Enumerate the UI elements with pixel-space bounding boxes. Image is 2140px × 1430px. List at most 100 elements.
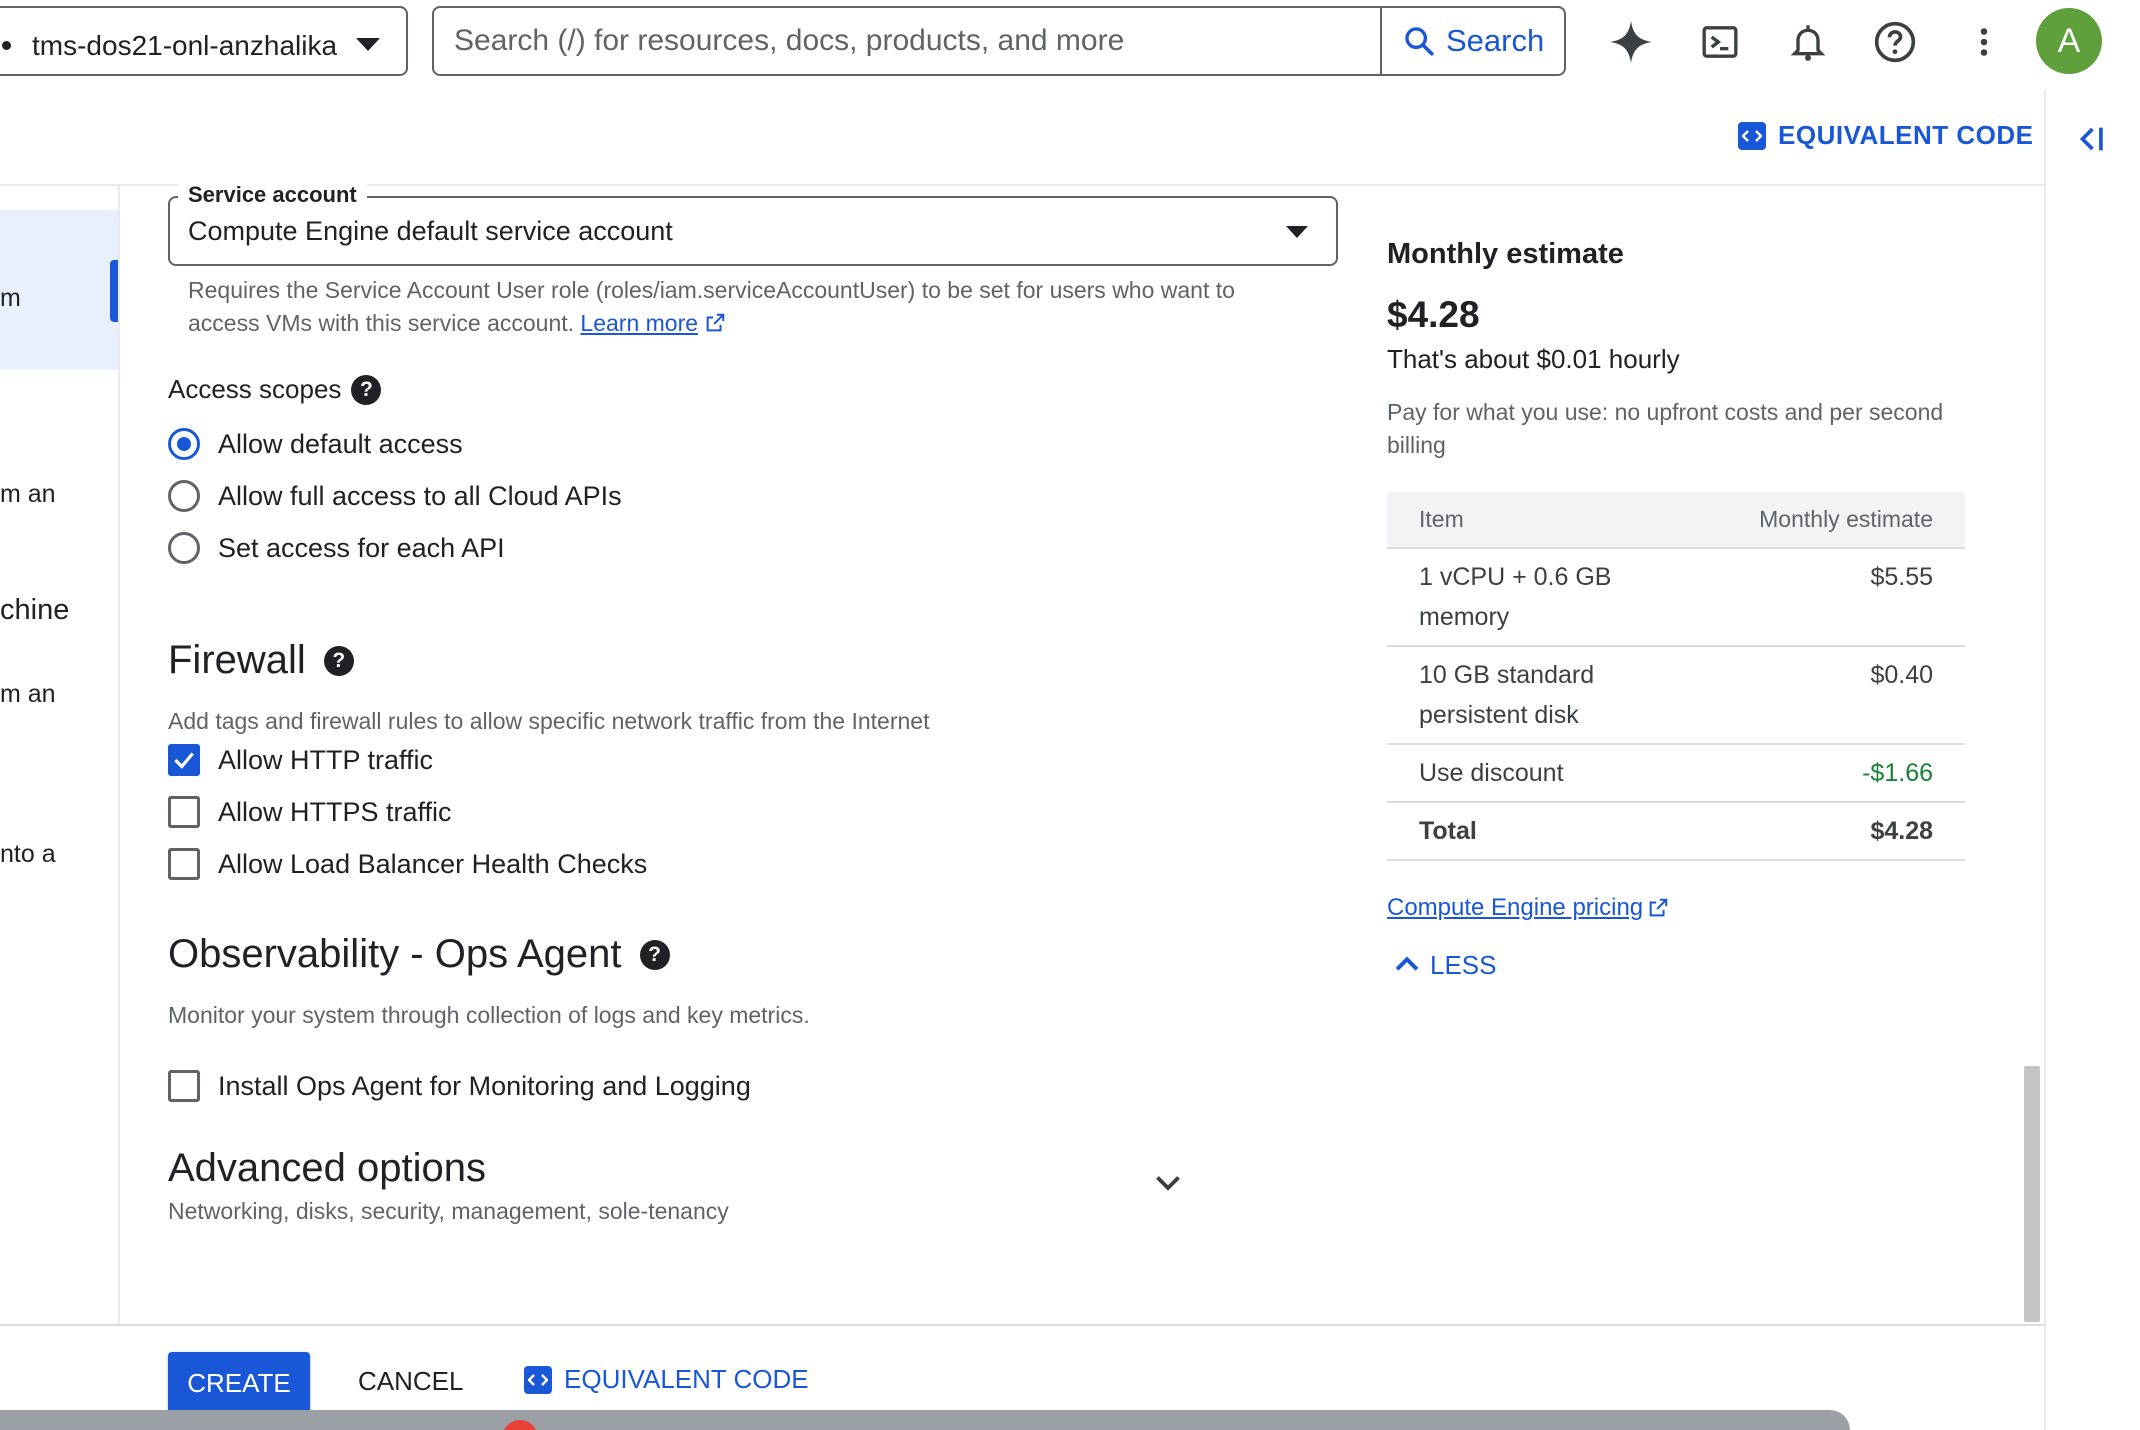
search-icon — [1405, 27, 1434, 56]
checkbox-label: Allow HTTPS traffic — [218, 796, 452, 827]
pricing-link[interactable]: Compute Engine pricing — [1387, 894, 1669, 922]
item-cell: Use discount — [1387, 744, 1727, 803]
code-icon — [1738, 121, 1766, 150]
service-account-value: Compute Engine default service account — [188, 216, 673, 246]
cancel-button[interactable]: CANCEL — [358, 1366, 463, 1397]
search-button-label: Search — [1446, 23, 1545, 58]
checkbox-https[interactable]: Allow HTTPS traffic — [168, 796, 452, 828]
checkbox-http[interactable]: Allow HTTP traffic — [168, 744, 433, 776]
checkbox-checked-icon — [168, 744, 200, 776]
table-header-row: Item Monthly estimate — [1387, 492, 1965, 549]
checkbox-unchecked-icon — [168, 1070, 200, 1102]
firewall-description: Add tags and firewall rules to allow spe… — [168, 708, 930, 734]
right-side-rail — [2044, 90, 2140, 1430]
search-button[interactable]: Search — [1380, 8, 1566, 74]
more-options-button[interactable] — [1956, 14, 2012, 70]
help-circle-icon[interactable]: ? — [351, 374, 382, 405]
expand-advanced-button[interactable] — [1150, 1164, 1186, 1205]
learn-more-label: Learn more — [580, 310, 699, 336]
notifications-icon — [1790, 25, 1826, 61]
scrollbar[interactable] — [2024, 1066, 2040, 1322]
access-scopes-title: Access scopes — [168, 374, 342, 404]
help-circle-icon[interactable]: ? — [639, 939, 670, 970]
column-header: Item — [1387, 492, 1727, 549]
observability-heading: Observability - Ops Agent ? — [168, 932, 670, 977]
item-cell: 10 GB standard persistent disk — [1387, 646, 1727, 745]
estimate-title: Monthly estimate — [1387, 238, 1624, 270]
header-row: EQUIVALENT CODE — [0, 90, 2046, 186]
cost-cell: $5.55 — [1727, 548, 1965, 647]
avatar[interactable]: A — [2036, 8, 2102, 74]
left-nav: m m an chine m an nto a — [0, 186, 120, 1326]
service-account-help: Requires the Service Account User role (… — [188, 274, 1308, 340]
radio-unselected-icon — [168, 532, 200, 564]
chevron-down-icon — [356, 38, 380, 51]
table-total-row: Total $4.28 — [1387, 802, 1965, 861]
radio-label: Allow full access to all Cloud APIs — [218, 480, 622, 511]
radio-full-access[interactable]: Allow full access to all Cloud APIs — [168, 480, 622, 512]
learn-more-link[interactable]: Learn more — [580, 310, 698, 336]
create-label: CREATE — [187, 1367, 291, 1398]
equivalent-code-label: EQUIVALENT CODE — [564, 1364, 809, 1394]
more-vert-icon — [1980, 28, 1988, 56]
observability-description: Monitor your system through collection o… — [168, 1002, 810, 1028]
column-header: Monthly estimate — [1727, 492, 1965, 549]
equivalent-code-label: EQUIVALENT CODE — [1778, 120, 2034, 150]
nav-item-label[interactable]: m an — [0, 480, 56, 509]
table-row: Use discount -$1.66 — [1387, 744, 1965, 803]
create-button[interactable]: CREATE — [168, 1352, 310, 1414]
radio-each-api[interactable]: Set access for each API — [168, 532, 505, 564]
help-button[interactable] — [1867, 14, 1923, 70]
gemini-icon — [1609, 20, 1653, 64]
estimate-table: Item Monthly estimate 1 vCPU + 0.6 GB me… — [1387, 492, 1965, 861]
notifications-button[interactable] — [1780, 14, 1836, 70]
radio-selected-icon — [168, 428, 200, 460]
dropdown-arrow-icon — [1286, 226, 1308, 238]
cloud-shell-button[interactable] — [1692, 14, 1748, 70]
advanced-options-title: Advanced options — [168, 1146, 487, 1190]
checkbox-label: Allow HTTP traffic — [218, 744, 434, 775]
table-row: 1 vCPU + 0.6 GB memory $5.55 — [1387, 548, 1965, 647]
radio-unselected-icon — [168, 480, 200, 512]
avatar-letter: A — [2057, 21, 2081, 60]
estimate-note: Pay for what you use: no upfront costs a… — [1387, 399, 1944, 458]
equivalent-code-button[interactable]: EQUIVALENT CODE — [1738, 120, 2033, 151]
checkbox-label: Install Ops Agent for Monitoring and Log… — [218, 1070, 751, 1101]
cost-cell: $0.40 — [1727, 646, 1965, 745]
collapse-left-icon — [2079, 127, 2103, 151]
radio-label: Allow default access — [218, 428, 463, 459]
cancel-label: CANCEL — [358, 1366, 464, 1396]
checkbox-unchecked-icon — [168, 848, 200, 880]
nav-item-label[interactable]: nto a — [0, 840, 56, 869]
service-account-label: Service account — [178, 182, 367, 208]
checkbox-ops-agent[interactable]: Install Ops Agent for Monitoring and Log… — [168, 1070, 751, 1102]
checkbox-unchecked-icon — [168, 796, 200, 828]
advanced-options-description: Networking, disks, security, management,… — [168, 1198, 729, 1224]
os-dock — [0, 1410, 1850, 1430]
radio-label: Set access for each API — [218, 532, 505, 563]
chevron-up-icon — [1395, 956, 1419, 971]
cost-cell: -$1.66 — [1727, 744, 1965, 803]
top-bar: tms-dos21-onl-anzhalika Search A — [0, 0, 2140, 84]
help-circle-icon[interactable]: ? — [323, 645, 354, 676]
search-input[interactable] — [454, 18, 1454, 64]
less-button[interactable]: LESS — [1390, 948, 1497, 982]
checkbox-lb-health[interactable]: Allow Load Balancer Health Checks — [168, 848, 647, 880]
firewall-heading: Firewall ? — [168, 638, 354, 683]
nav-item-label[interactable]: chine — [0, 594, 69, 627]
access-scopes-heading: Access scopes ? — [168, 374, 382, 405]
firewall-title: Firewall — [168, 638, 306, 682]
advanced-options-heading[interactable]: Advanced options — [168, 1146, 486, 1191]
item-cell: 1 vCPU + 0.6 GB memory — [1387, 548, 1727, 647]
equivalent-code-button[interactable]: EQUIVALENT CODE — [524, 1364, 809, 1395]
project-dot-icon — [2, 41, 11, 50]
collapse-panel-button[interactable] — [2074, 122, 2108, 161]
radio-default-access[interactable]: Allow default access — [168, 428, 463, 460]
nav-item-label[interactable]: m an — [0, 680, 56, 709]
external-link-icon — [1649, 898, 1668, 917]
external-link-icon — [707, 313, 725, 332]
chevron-down-icon — [1156, 1176, 1180, 1191]
gemini-button[interactable] — [1603, 14, 1659, 70]
nav-item-label[interactable]: m — [0, 284, 21, 313]
project-picker[interactable]: tms-dos21-onl-anzhalika — [0, 6, 408, 76]
